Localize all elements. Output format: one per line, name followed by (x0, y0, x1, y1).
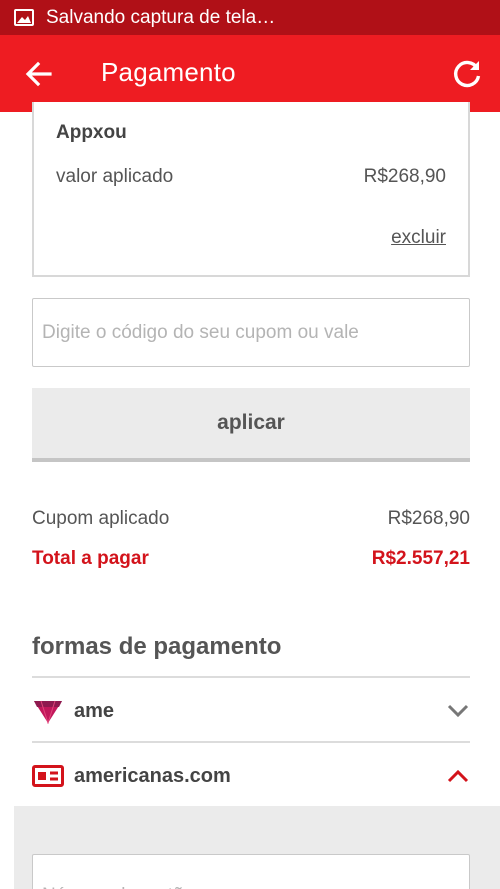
payment-methods-title: formas de pagamento (32, 633, 282, 660)
chevron-down-icon (446, 703, 470, 719)
arrow-left-icon[interactable] (24, 60, 54, 88)
app-bar: Pagamento (0, 35, 500, 112)
applied-voucher-card: Appxou valor aplicado R$268,90 excluir (32, 102, 470, 277)
status-notification-text: Salvando captura de tela… (46, 6, 276, 28)
refresh-icon[interactable] (450, 57, 484, 91)
divider (32, 676, 470, 678)
coupon-applied-value: R$268,90 (387, 508, 470, 529)
card-number-field[interactable] (32, 854, 470, 889)
coupon-applied-row: Cupom aplicado R$268,90 (32, 508, 470, 530)
remove-voucher-link[interactable]: excluir (391, 227, 446, 249)
page-title: Pagamento (101, 57, 236, 87)
payment-method-ame[interactable]: ame (32, 679, 470, 743)
image-icon (14, 9, 34, 26)
americanas-card-icon (32, 762, 64, 790)
voucher-name: Appxou (56, 122, 127, 143)
voucher-applied-label: valor aplicado (56, 166, 174, 187)
voucher-applied-value: R$268,90 (363, 166, 446, 187)
apply-coupon-button[interactable]: aplicar (32, 388, 470, 462)
payment-method-label: ame (74, 699, 115, 722)
coupon-applied-label: Cupom aplicado (32, 508, 170, 529)
total-row: Total a pagar R$2.557,21 (32, 548, 470, 570)
payment-method-label: americanas.com (74, 764, 231, 787)
ame-heart-icon (32, 697, 64, 725)
status-bar: Salvando captura de tela… (0, 0, 500, 35)
payment-method-americanas[interactable]: americanas.com (32, 744, 470, 808)
total-value: R$2.557,21 (371, 548, 470, 569)
divider (32, 741, 470, 743)
coupon-code-input[interactable] (32, 298, 470, 367)
chevron-up-icon (446, 768, 470, 784)
total-label: Total a pagar (32, 548, 149, 569)
